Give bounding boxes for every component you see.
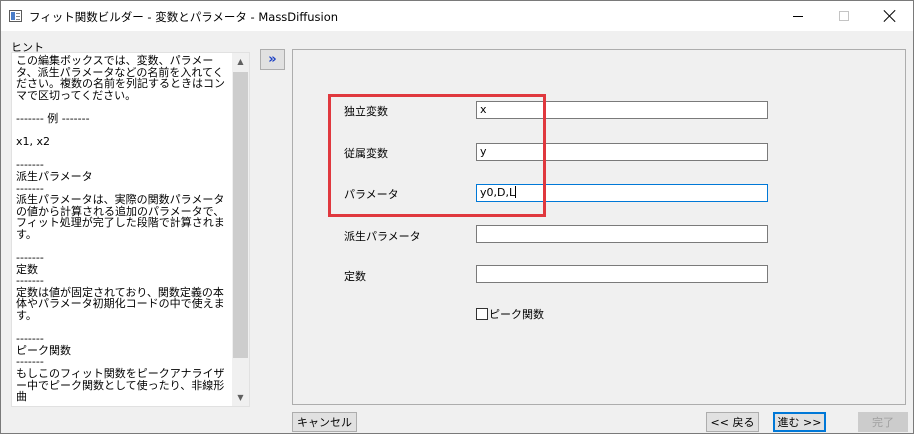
close-button[interactable] bbox=[867, 1, 913, 31]
minimize-button[interactable] bbox=[775, 1, 821, 31]
maximize-button bbox=[821, 1, 867, 31]
constants-label: 定数 bbox=[344, 270, 366, 283]
checkbox-box[interactable] bbox=[476, 308, 488, 320]
scroll-up-icon[interactable]: ▲ bbox=[232, 53, 249, 70]
next-button[interactable]: 進む >> bbox=[773, 412, 826, 432]
hint-textbox[interactable]: この編集ボックスでは、変数、パラメータ、派生パラメータなどの名前を入れてください… bbox=[11, 52, 250, 407]
derived-parameters-input[interactable] bbox=[476, 225, 768, 243]
hint-scrollbar[interactable]: ▲ ▼ bbox=[232, 53, 249, 406]
window-title: フィット関数ビルダー - 変数とパラメータ - MassDiffusion bbox=[29, 10, 339, 24]
variables-parameters-panel: 独立変数 x 従属変数 y パラメータ y0,D,L 派生パラメータ 定数 ピー… bbox=[292, 49, 906, 405]
title-bar[interactable]: フィット関数ビルダー - 変数とパラメータ - MassDiffusion bbox=[1, 1, 913, 31]
peak-function-checkbox[interactable]: ピーク関数 bbox=[476, 306, 544, 322]
finish-button: 完了 bbox=[858, 412, 908, 432]
derived-parameters-label: 派生パラメータ bbox=[344, 230, 421, 243]
highlight-annotation bbox=[328, 94, 546, 217]
scroll-thumb[interactable] bbox=[233, 72, 248, 358]
fit-function-builder-window: フィット関数ビルダー - 変数とパラメータ - MassDiffusion ヒン… bbox=[0, 0, 914, 434]
expand-hint-button[interactable]: » bbox=[260, 49, 285, 70]
constants-input[interactable] bbox=[476, 265, 768, 283]
app-icon bbox=[9, 10, 22, 22]
scroll-down-icon[interactable]: ▼ bbox=[232, 389, 249, 406]
cancel-button[interactable]: キャンセル bbox=[292, 412, 357, 432]
minimize-icon bbox=[793, 15, 803, 17]
back-button[interactable]: << 戻る bbox=[706, 412, 759, 432]
close-icon bbox=[884, 10, 896, 22]
peak-function-label: ピーク関数 bbox=[489, 308, 544, 321]
hint-text: この編集ボックスでは、変数、パラメータ、派生パラメータなどの名前を入れてください… bbox=[16, 54, 225, 404]
maximize-icon bbox=[839, 11, 849, 21]
